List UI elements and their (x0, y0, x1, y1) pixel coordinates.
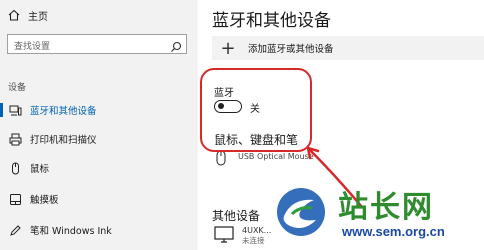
sidebar-item-label: 鼠标 (30, 164, 50, 175)
watermark-logo-icon (277, 188, 325, 236)
other-device-item[interactable]: 4UXK... 未连接 (214, 226, 271, 250)
add-device-label: 添加蓝牙或其他设备 (248, 44, 334, 55)
sidebar-item-label: 蓝牙和其他设备 (30, 106, 97, 117)
watermark-url: www.sem.org.cn (342, 224, 445, 239)
mouse-device-item[interactable]: USB Optical Mouse (214, 150, 314, 170)
watermark-text: 站长网 (338, 190, 434, 225)
sidebar-item-label: 触摸板 (30, 195, 59, 206)
sidebar-item-mouse[interactable]: 鼠标 (0, 159, 198, 177)
home-icon (8, 6, 20, 25)
other-devices-heading: 其他设备 (212, 209, 261, 223)
add-device-button[interactable]: + 添加蓝牙或其他设备 (212, 36, 484, 60)
sidebar-item-printers[interactable]: 打印机和扫描仪 (0, 130, 198, 148)
page-title: 蓝牙和其他设备 (212, 11, 331, 31)
monitor-icon (214, 226, 236, 246)
bluetooth-devices-icon (8, 103, 22, 117)
pen-icon (8, 223, 22, 237)
home-label: 主页 (28, 11, 48, 23)
section-heading-devices: 设备 (8, 83, 27, 93)
sidebar: 主页 查找设置 设备 蓝牙和其他设备 打印机和扫描仪 鼠标 触摸板 笔和 Win… (0, 0, 198, 250)
search-icon[interactable] (170, 38, 182, 52)
printer-icon (8, 132, 22, 146)
other-device-name: 4UXK... (242, 226, 272, 235)
active-indicator (0, 103, 3, 117)
sidebar-item-bluetooth[interactable]: 蓝牙和其他设备 (0, 101, 198, 119)
mouse-icon (8, 161, 22, 175)
home-nav-item[interactable]: 主页 (8, 7, 48, 23)
mouse-device-name: USB Optical Mouse (238, 152, 314, 161)
sidebar-item-label: 笔和 Windows Ink (30, 226, 112, 237)
search-placeholder: 查找设置 (14, 42, 51, 52)
plus-icon: + (220, 37, 236, 59)
touchpad-icon (8, 192, 22, 206)
mouse-device-icon (214, 150, 228, 168)
sidebar-item-label: 打印机和扫描仪 (30, 135, 97, 146)
sidebar-item-touchpad[interactable]: 触摸板 (0, 190, 198, 208)
search-input[interactable]: 查找设置 (7, 34, 187, 54)
other-device-status: 未连接 (242, 236, 265, 245)
annotation-highlight-box (200, 68, 312, 152)
sidebar-item-pen[interactable]: 笔和 Windows Ink (0, 221, 198, 239)
